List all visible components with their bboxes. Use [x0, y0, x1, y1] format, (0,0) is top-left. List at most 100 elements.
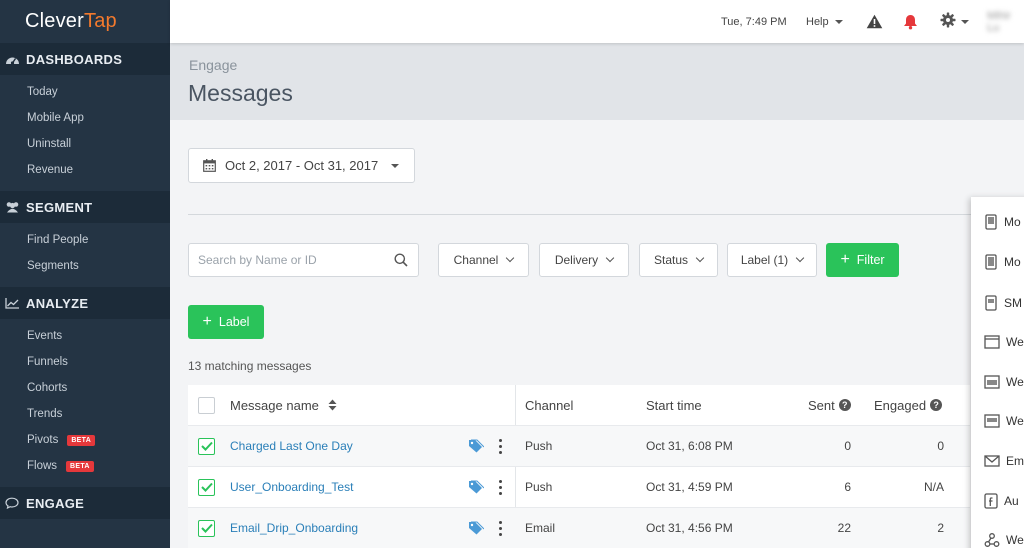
message-name-link[interactable]: Charged Last One Day [230, 426, 353, 466]
add-label-button[interactable]: + Label [188, 305, 264, 339]
table-row[interactable]: User_Onboarding_Test Push Oct 31, 4:59 P… [188, 467, 970, 508]
label-filter-label: Label (1) [740, 253, 789, 267]
column-header-channel: Channel [525, 397, 574, 413]
sidebar-item-find-people[interactable]: Find People [0, 227, 170, 253]
column-header-label: Sent [808, 397, 835, 413]
table-row[interactable]: Email_Drip_Onboarding Email Oct 31, 4:56… [188, 508, 970, 548]
chevron-down-icon [605, 253, 615, 263]
add-label-label: Label [218, 315, 250, 329]
more-options-icon[interactable] [495, 467, 505, 507]
tag-icon[interactable] [468, 426, 484, 466]
sidebar-item-events[interactable]: Events [0, 323, 170, 349]
channel-menu-label: SM [1004, 295, 1022, 310]
page-header: Engage Messages [170, 43, 1024, 120]
sidebar-item-pivots[interactable]: Pivots BETA [0, 427, 170, 453]
help-menu[interactable]: Help [806, 0, 843, 43]
channel-menu-item-audience[interactable]: Au [971, 481, 1024, 520]
sidebar-item-mobile-app[interactable]: Mobile App [0, 105, 170, 131]
channel-menu-item-mobile-push[interactable]: Mo [971, 202, 1024, 241]
sidebar-item-funnels[interactable]: Funnels [0, 349, 170, 375]
settings-menu[interactable] [940, 0, 969, 43]
webhook-icon [984, 532, 1000, 547]
channel-menu-item-mobile-inapp[interactable]: Mo [971, 242, 1024, 281]
label-filter-dropdown[interactable]: Label (1) [727, 243, 817, 277]
sidebar-item-label: Flows [27, 460, 58, 472]
channel-menu-item-webhook[interactable]: We [971, 520, 1024, 548]
sidebar-list-dashboards: Today Mobile App Uninstall Revenue [0, 75, 170, 191]
select-all-checkbox[interactable] [198, 385, 215, 425]
date-range-picker[interactable]: Oct 2, 2017 - Oct 31, 2017 [188, 148, 415, 183]
help-circle-icon[interactable]: ? [930, 399, 943, 411]
notifications-bell-icon[interactable] [903, 0, 918, 43]
chart-line-icon [4, 295, 20, 311]
delivery-filter-label: Delivery [554, 253, 599, 267]
channel-menu-label: We [1006, 532, 1024, 547]
users-icon [4, 199, 20, 215]
sidebar-item-revenue[interactable]: Revenue [0, 157, 170, 183]
caret-down-icon [961, 19, 969, 24]
sidebar-item-today[interactable]: Today [0, 79, 170, 105]
sms-icon [985, 294, 997, 311]
calendar-icon [203, 159, 216, 172]
sent-cell: 22 [837, 521, 851, 535]
channel-cell: Email [525, 521, 556, 535]
channel-menu-item-web-2[interactable]: We [971, 362, 1024, 401]
table-row[interactable]: Charged Last One Day Push Oct 31, 6:08 P… [188, 426, 970, 467]
message-name-link[interactable]: Email_Drip_Onboarding [230, 508, 358, 548]
sidebar: Clever Tap DASHBOARDS Today Mobile App Un… [0, 0, 170, 548]
warning-icon[interactable] [866, 0, 883, 43]
more-options-icon[interactable] [495, 508, 505, 548]
current-time: Tue, 7:49 PM [721, 15, 787, 28]
date-range-label: Oct 2, 2017 - Oct 31, 2017 [225, 158, 379, 173]
user-menu[interactable]: Mihir Lu [987, 0, 1024, 43]
engaged-cell: N/A [923, 480, 944, 494]
sidebar-item-label: Funnels [27, 356, 68, 368]
row-checkbox[interactable] [198, 467, 215, 507]
channel-filter-dropdown[interactable]: Channel [438, 243, 529, 277]
sidebar-section-engage[interactable]: ENGAGE [0, 487, 170, 519]
channel-menu-panel: Mo Mo SM We We We Em Au We [971, 197, 1024, 548]
chevron-down-icon [506, 253, 515, 263]
status-filter-dropdown[interactable]: Status [639, 243, 718, 277]
row-checkbox[interactable] [198, 508, 215, 548]
delivery-filter-dropdown[interactable]: Delivery [539, 243, 629, 277]
channel-menu-item-sms[interactable]: SM [971, 283, 1024, 322]
browser-icon [984, 334, 1000, 349]
add-filter-button[interactable]: + Filter [826, 243, 899, 277]
sidebar-section-label: DASHBOARDS [26, 51, 123, 67]
channel-cell: Push [525, 480, 553, 494]
sidebar-section-dashboards[interactable]: DASHBOARDS [0, 43, 170, 75]
sidebar-section-segment[interactable]: SEGMENT [0, 191, 170, 223]
column-header-engaged: Engaged ? [874, 385, 943, 425]
sidebar-item-segments[interactable]: Segments [0, 253, 170, 279]
message-name-link[interactable]: User_Onboarding_Test [230, 467, 353, 507]
channel-menu-label: Mo [1004, 214, 1021, 229]
search-input[interactable] [189, 244, 379, 276]
sidebar-item-trends[interactable]: Trends [0, 401, 170, 427]
channel-menu-label: We [1006, 334, 1024, 349]
row-checkbox[interactable] [198, 426, 215, 466]
channel-menu-label: We [1006, 374, 1024, 389]
column-header-label: Message name [230, 397, 319, 413]
search-icon[interactable] [394, 253, 408, 272]
sidebar-item-uninstall[interactable]: Uninstall [0, 131, 170, 157]
sidebar-item-label: Events [27, 330, 63, 342]
channel-menu-item-email[interactable]: Em [971, 441, 1024, 480]
start-time-cell: Oct 31, 4:59 PM [646, 480, 733, 494]
mobile-icon [985, 253, 997, 270]
sidebar-item-label: Mobile App [27, 112, 84, 124]
channel-menu-item-web-1[interactable]: We [971, 322, 1024, 361]
tag-icon[interactable] [468, 467, 484, 507]
column-header-message-name[interactable]: Message name [230, 385, 337, 425]
logo[interactable]: Clever Tap [0, 0, 170, 43]
sidebar-item-cohorts[interactable]: Cohorts [0, 375, 170, 401]
sidebar-section-analyze[interactable]: ANALYZE [0, 287, 170, 319]
more-options-icon[interactable] [495, 426, 505, 466]
breadcrumb[interactable]: Engage [189, 57, 237, 73]
page-title: Messages [188, 80, 293, 106]
tag-icon[interactable] [468, 508, 484, 548]
channel-cell: Push [525, 439, 553, 453]
sidebar-item-flows[interactable]: Flows BETA [0, 453, 170, 479]
channel-menu-item-web-3[interactable]: We [971, 401, 1024, 440]
help-circle-icon[interactable]: ? [838, 399, 851, 411]
